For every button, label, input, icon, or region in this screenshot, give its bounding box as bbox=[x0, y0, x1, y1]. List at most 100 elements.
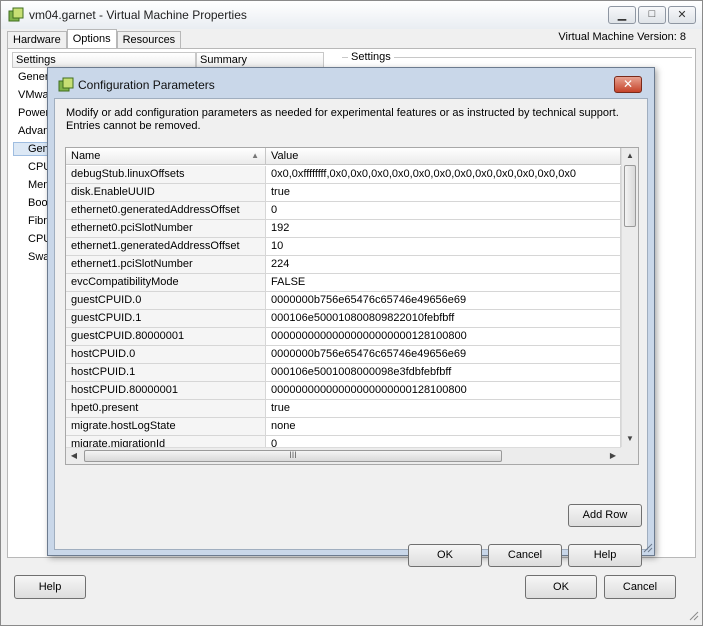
vertical-scroll-thumb[interactable] bbox=[624, 165, 636, 227]
add-row-button[interactable]: Add Row bbox=[568, 504, 642, 527]
parameter-name-cell[interactable]: hostCPUID.80000001 bbox=[66, 382, 266, 400]
parameter-name-cell[interactable]: hostCPUID.0 bbox=[66, 346, 266, 364]
configuration-parameters-dialog: Configuration Parameters ✕ Modify or add… bbox=[47, 67, 655, 567]
table-row[interactable]: hpet0.present true bbox=[66, 400, 621, 418]
parameter-name-cell[interactable]: disk.EnableUUID bbox=[66, 184, 266, 202]
dialog-body: Modify or add configuration parameters a… bbox=[54, 98, 648, 567]
close-icon: ✕ bbox=[622, 77, 634, 91]
horizontal-scrollbar[interactable]: ◀ III ▶ bbox=[66, 447, 621, 464]
parameter-value-cell[interactable]: 000106e500010800809822010febfbff bbox=[266, 310, 621, 328]
parameter-value-cell[interactable]: 0 bbox=[266, 202, 621, 220]
minimize-button[interactable]: ▁ bbox=[608, 6, 636, 24]
tab-strip: Hardware Options Resources bbox=[7, 29, 182, 49]
help-button[interactable]: Help bbox=[14, 575, 86, 599]
scroll-left-icon[interactable]: ◀ bbox=[66, 448, 82, 464]
parameter-value-cell[interactable]: 00000000000000000000000128100800 bbox=[266, 382, 621, 400]
parameter-name-cell[interactable]: ethernet0.pciSlotNumber bbox=[66, 220, 266, 238]
parameter-name-cell[interactable]: ethernet1.pciSlotNumber bbox=[66, 256, 266, 274]
vm-puzzle-icon bbox=[8, 7, 24, 22]
resize-grip-icon[interactable] bbox=[687, 609, 699, 621]
dialog-help-button[interactable]: Help bbox=[568, 544, 642, 567]
parameter-name-cell[interactable]: ethernet1.generatedAddressOffset bbox=[66, 238, 266, 256]
list-item[interactable]: VMwa bbox=[18, 89, 49, 101]
sort-ascending-icon: ▲ bbox=[251, 151, 259, 160]
parameter-name-cell[interactable]: guestCPUID.80000001 bbox=[66, 328, 266, 346]
parameter-value-cell[interactable]: none bbox=[266, 418, 621, 436]
window-titlebar[interactable]: vm04.garnet - Virtual Machine Properties… bbox=[1, 1, 702, 29]
tab-options[interactable]: Options bbox=[66, 29, 117, 49]
dialog-titlebar[interactable]: Configuration Parameters ✕ bbox=[48, 68, 654, 98]
parameter-value-cell[interactable]: true bbox=[266, 400, 621, 418]
vm-puzzle-icon bbox=[58, 77, 74, 92]
parameter-name-cell[interactable]: hpet0.present bbox=[66, 400, 266, 418]
parameter-value-cell[interactable]: 192 bbox=[266, 220, 621, 238]
table-row[interactable]: ethernet0.generatedAddressOffset 0 bbox=[66, 202, 621, 220]
parameters-table: Name ▲ Value debugStub.linuxOffsets 0x0,0… bbox=[65, 147, 639, 465]
parameter-name-cell[interactable]: guestCPUID.1 bbox=[66, 310, 266, 328]
dialog-cancel-button[interactable]: Cancel bbox=[488, 544, 562, 567]
parameter-name-cell[interactable]: ethernet0.generatedAddressOffset bbox=[66, 202, 266, 220]
close-button[interactable]: ✕ bbox=[668, 6, 696, 24]
dialog-description: Modify or add configuration parameters a… bbox=[66, 107, 619, 132]
window-title: vm04.garnet - Virtual Machine Properties bbox=[29, 8, 247, 22]
table-row[interactable]: migrate.hostLogState none bbox=[66, 418, 621, 436]
dialog-ok-button[interactable]: OK bbox=[408, 544, 482, 567]
list-item[interactable]: Gener bbox=[18, 71, 49, 83]
maximize-button[interactable]: □ bbox=[638, 6, 666, 24]
settings-group-label: Settings bbox=[348, 51, 394, 63]
parameter-name-cell[interactable]: evcCompatibilityMode bbox=[66, 274, 266, 292]
value-column-header[interactable]: Value bbox=[266, 148, 621, 165]
close-icon: ✕ bbox=[677, 9, 687, 21]
table-row[interactable]: debugStub.linuxOffsets 0x0,0xffffffff,0x0… bbox=[66, 166, 621, 184]
table-row[interactable]: guestCPUID.80000001 000000000000000000000… bbox=[66, 328, 621, 346]
summary-column-header[interactable]: Summary bbox=[196, 52, 324, 68]
horizontal-scroll-thumb[interactable]: III bbox=[84, 450, 502, 462]
table-row[interactable]: hostCPUID.0 0000000b756e65476c65746e49656… bbox=[66, 346, 621, 364]
name-column-header[interactable]: Name ▲ bbox=[66, 148, 266, 165]
dialog-close-button[interactable]: ✕ bbox=[614, 76, 642, 93]
list-item[interactable]: Boo bbox=[28, 197, 48, 209]
maximize-icon: □ bbox=[648, 8, 656, 20]
table-row[interactable]: hostCPUID.80000001 0000000000000000000000… bbox=[66, 382, 621, 400]
dialog-title: Configuration Parameters bbox=[78, 78, 215, 92]
vm-version-label: Virtual Machine Version: 8 bbox=[558, 31, 686, 43]
parameter-value-cell[interactable]: 0000000b756e65476c65746e49656e69 bbox=[266, 346, 621, 364]
parameter-value-cell[interactable]: FALSE bbox=[266, 274, 621, 292]
parameter-value-cell[interactable]: 10 bbox=[266, 238, 621, 256]
parameter-name-cell[interactable]: guestCPUID.0 bbox=[66, 292, 266, 310]
parameter-value-cell[interactable]: 00000000000000000000000128100800 bbox=[266, 328, 621, 346]
table-row[interactable]: guestCPUID.1 000106e500010800809822010feb… bbox=[66, 310, 621, 328]
parameter-value-cell[interactable]: 0x0,0xffffffff,0x0,0x0,0x0,0x0,0x0,0x0,0… bbox=[266, 166, 621, 184]
settings-column-header[interactable]: Settings bbox=[12, 52, 196, 68]
minimize-icon: ▁ bbox=[617, 9, 627, 21]
scroll-down-icon[interactable]: ▼ bbox=[622, 431, 638, 447]
table-row[interactable]: hostCPUID.1 000106e5001008000098e3fdbfebf… bbox=[66, 364, 621, 382]
scroll-grip-icon: III bbox=[289, 450, 297, 460]
scroll-up-icon[interactable]: ▲ bbox=[622, 148, 638, 164]
cancel-button[interactable]: Cancel bbox=[604, 575, 676, 599]
vertical-scrollbar[interactable]: ▲ ▼ bbox=[621, 148, 638, 447]
scroll-right-icon[interactable]: ▶ bbox=[605, 448, 621, 464]
list-item[interactable]: Fibr bbox=[28, 215, 47, 227]
table-row[interactable]: ethernet1.pciSlotNumber 224 bbox=[66, 256, 621, 274]
ok-button[interactable]: OK bbox=[525, 575, 597, 599]
parameter-value-cell[interactable]: 000106e5001008000098e3fdbfebfbff bbox=[266, 364, 621, 382]
resize-grip-icon[interactable] bbox=[641, 541, 653, 553]
parameter-name-cell[interactable]: hostCPUID.1 bbox=[66, 364, 266, 382]
name-column-label: Name bbox=[71, 150, 101, 162]
table-row[interactable]: ethernet0.pciSlotNumber 192 bbox=[66, 220, 621, 238]
list-item[interactable]: Power bbox=[18, 107, 49, 119]
parameter-value-cell[interactable]: 0000000b756e65476c65746e49656e69 bbox=[266, 292, 621, 310]
list-item[interactable]: Advan bbox=[18, 125, 49, 137]
parameter-value-cell[interactable]: true bbox=[266, 184, 621, 202]
table-row[interactable]: ethernet1.generatedAddressOffset 10 bbox=[66, 238, 621, 256]
scroll-corner bbox=[621, 447, 638, 464]
table-row[interactable]: guestCPUID.0 0000000b756e65476c65746e4965… bbox=[66, 292, 621, 310]
parameter-name-cell[interactable]: migrate.hostLogState bbox=[66, 418, 266, 436]
tab-resources[interactable]: Resources bbox=[116, 31, 182, 49]
parameter-name-cell[interactable]: debugStub.linuxOffsets bbox=[66, 166, 266, 184]
parameter-value-cell[interactable]: 224 bbox=[266, 256, 621, 274]
table-row[interactable]: disk.EnableUUID true bbox=[66, 184, 621, 202]
table-row[interactable]: evcCompatibilityMode FALSE bbox=[66, 274, 621, 292]
tab-hardware[interactable]: Hardware bbox=[7, 31, 67, 49]
